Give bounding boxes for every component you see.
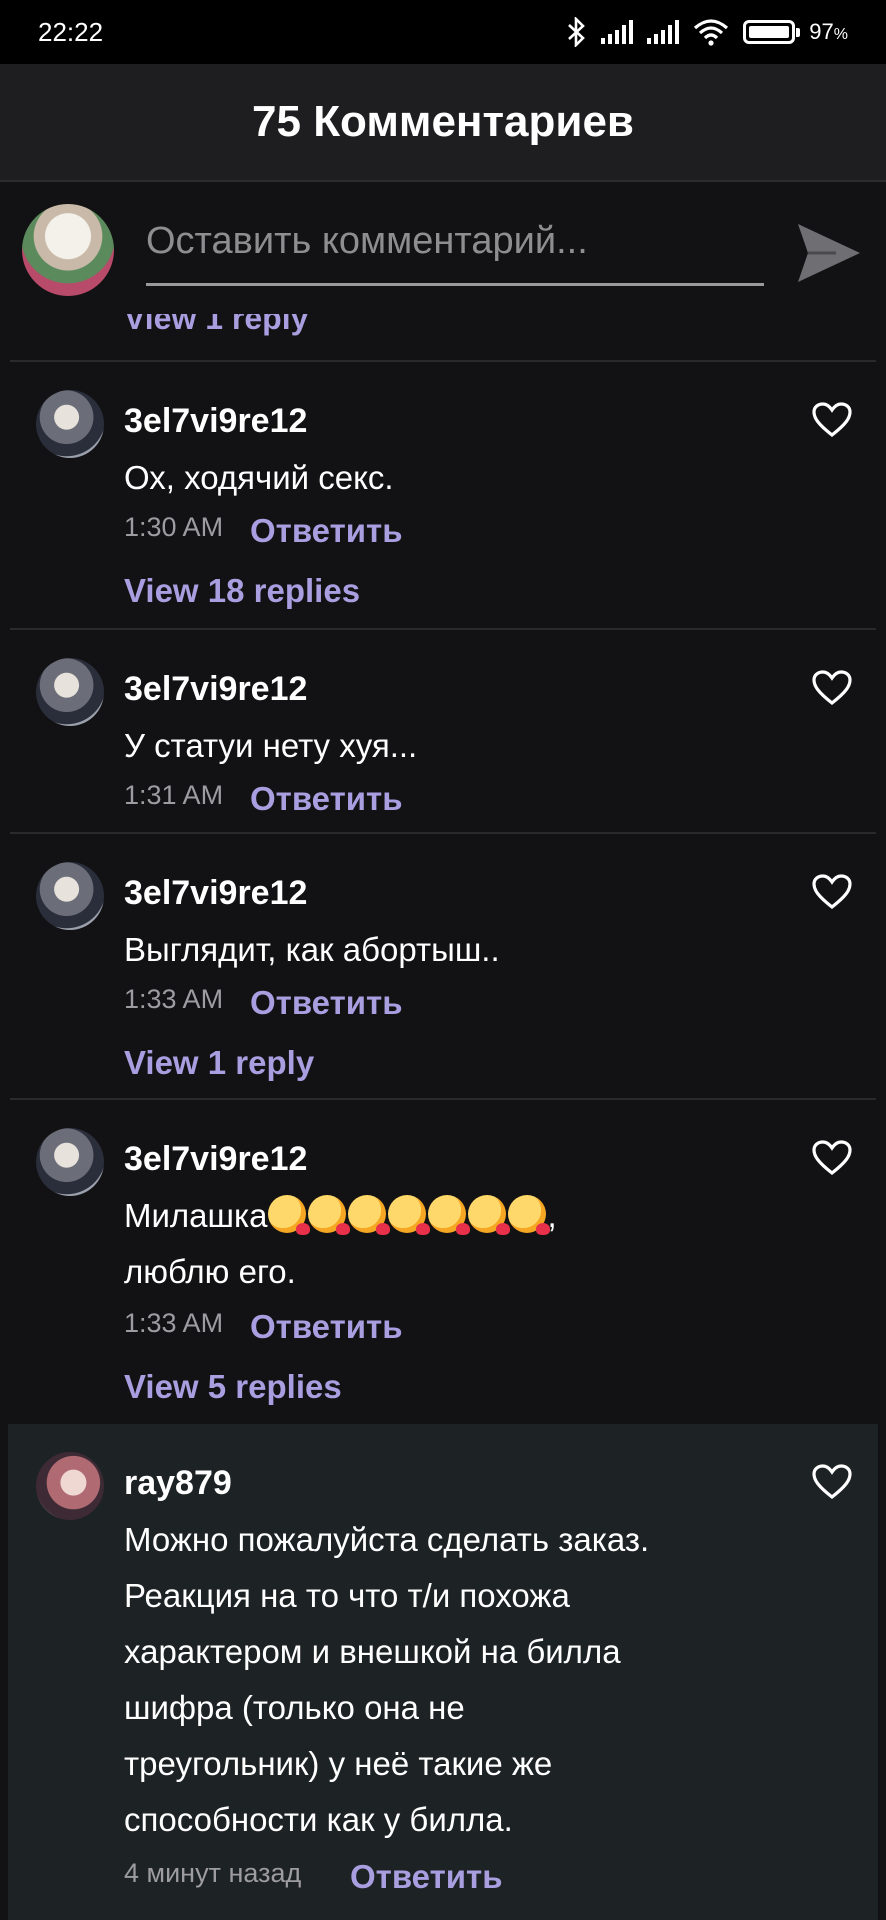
comment-username[interactable]: 3el7vi9re12 bbox=[124, 670, 307, 709]
signal-icon bbox=[647, 20, 680, 44]
view-replies-link[interactable]: View 1 reply bbox=[124, 1044, 314, 1082]
view-replies-link[interactable]: View 18 replies bbox=[124, 572, 360, 610]
comment-text: Милашка, люблю его. bbox=[124, 1188, 824, 1300]
comment-time: 1:31 AM bbox=[124, 780, 224, 810]
smiling-face-with-hearts-icon bbox=[307, 1195, 350, 1235]
reply-button[interactable]: Ответить bbox=[350, 1858, 503, 1896]
comment-input[interactable]: Оставить комментарий... bbox=[146, 214, 764, 286]
avatar[interactable] bbox=[36, 1452, 104, 1520]
avatar[interactable] bbox=[22, 204, 114, 296]
battery-percent: 97% bbox=[809, 19, 848, 44]
comment-text: Ох, ходячий секс. bbox=[124, 459, 394, 496]
comment-username[interactable]: ray879 bbox=[124, 1464, 232, 1503]
reply-button[interactable]: Ответить bbox=[250, 1308, 403, 1346]
comment-item: 3el7vi9re12 Ох, ходячий секс. 1:30 AM От… bbox=[0, 362, 886, 628]
smiling-face-with-hearts-icon bbox=[267, 1195, 310, 1235]
comment-composer: Оставить комментарий... bbox=[0, 184, 886, 314]
signal-icon bbox=[601, 20, 634, 44]
heart-icon[interactable] bbox=[812, 402, 852, 438]
comment-text-line: шифра (только она не bbox=[124, 1689, 465, 1726]
emoji-group bbox=[267, 1195, 550, 1235]
comment-username[interactable]: 3el7vi9re12 bbox=[124, 402, 307, 441]
heart-icon[interactable] bbox=[812, 1464, 852, 1500]
comment-text-line2: люблю его. bbox=[124, 1253, 296, 1290]
comment-username[interactable]: 3el7vi9re12 bbox=[124, 1140, 307, 1179]
smiling-face-with-hearts-icon bbox=[467, 1195, 510, 1235]
wifi-icon bbox=[694, 19, 729, 46]
status-time: 22:22 bbox=[38, 16, 104, 47]
header: 75 Комментариев bbox=[0, 64, 886, 182]
send-icon[interactable] bbox=[796, 222, 862, 284]
comment-item: 3el7vi9re12 Милашка, люблю его. 1:33 AM … bbox=[0, 1100, 886, 1424]
smiling-face-with-hearts-icon bbox=[507, 1195, 550, 1235]
comment-time: 1:33 AM bbox=[124, 984, 224, 1014]
comment-list[interactable]: View 1 reply 3el7vi9re12 Ох, ходячий сек… bbox=[0, 314, 886, 1920]
comment-text: У статуи нету хуя... bbox=[124, 727, 418, 764]
heart-icon[interactable] bbox=[812, 1140, 852, 1176]
view-replies-link[interactable]: View 5 replies bbox=[124, 1368, 342, 1406]
avatar[interactable] bbox=[36, 390, 104, 458]
comment-username[interactable]: 3el7vi9re12 bbox=[124, 874, 307, 913]
comment-text-start: Милашка bbox=[124, 1197, 268, 1234]
reply-button[interactable]: Ответить bbox=[250, 512, 403, 550]
status-bar: 22:22 97% bbox=[0, 0, 886, 64]
comment-text: Можно пожалуйста сделать заказ. Реакция … bbox=[124, 1512, 824, 1848]
status-icons: 97% bbox=[565, 17, 848, 47]
view-replies-link[interactable]: View 1 reply bbox=[124, 314, 308, 338]
reply-button[interactable]: Ответить bbox=[250, 780, 403, 818]
reply-button[interactable]: Ответить bbox=[250, 984, 403, 1022]
avatar[interactable] bbox=[36, 658, 104, 726]
comment-item-highlighted: ray879 Можно пожалуйста сделать заказ. Р… bbox=[8, 1424, 878, 1920]
comment-text-line: характером и внешкой на билла bbox=[124, 1633, 621, 1670]
battery-icon bbox=[743, 20, 801, 44]
avatar[interactable] bbox=[36, 862, 104, 930]
comment-text-line: способности как у билла. bbox=[124, 1801, 513, 1838]
comment-text-line: Реакция на то что т/и похожа bbox=[124, 1577, 570, 1614]
heart-icon[interactable] bbox=[812, 874, 852, 910]
bluetooth-icon bbox=[568, 17, 586, 47]
smiling-face-with-hearts-icon bbox=[347, 1195, 390, 1235]
comment-time: 4 минут назад bbox=[124, 1858, 302, 1888]
comment-time: 1:30 AM bbox=[124, 512, 224, 542]
heart-icon[interactable] bbox=[812, 670, 852, 706]
page-title: 75 Комментариев bbox=[252, 97, 634, 146]
comment-time: 1:33 AM bbox=[124, 1308, 224, 1338]
smiling-face-with-hearts-icon bbox=[387, 1195, 430, 1235]
smiling-face-with-hearts-icon bbox=[427, 1195, 470, 1235]
comment-text: Выглядит, как абортыш.. bbox=[124, 931, 500, 968]
comment-item: 3el7vi9re12 Выглядит, как абортыш.. 1:33… bbox=[0, 834, 886, 1098]
comment-text-line: Можно пожалуйста сделать заказ. bbox=[124, 1521, 650, 1558]
comment-text-line: треугольник) у неё такие же bbox=[124, 1745, 553, 1782]
avatar[interactable] bbox=[36, 1128, 104, 1196]
comment-item: 3el7vi9re12 У статуи нету хуя... 1:31 AM… bbox=[0, 630, 886, 832]
